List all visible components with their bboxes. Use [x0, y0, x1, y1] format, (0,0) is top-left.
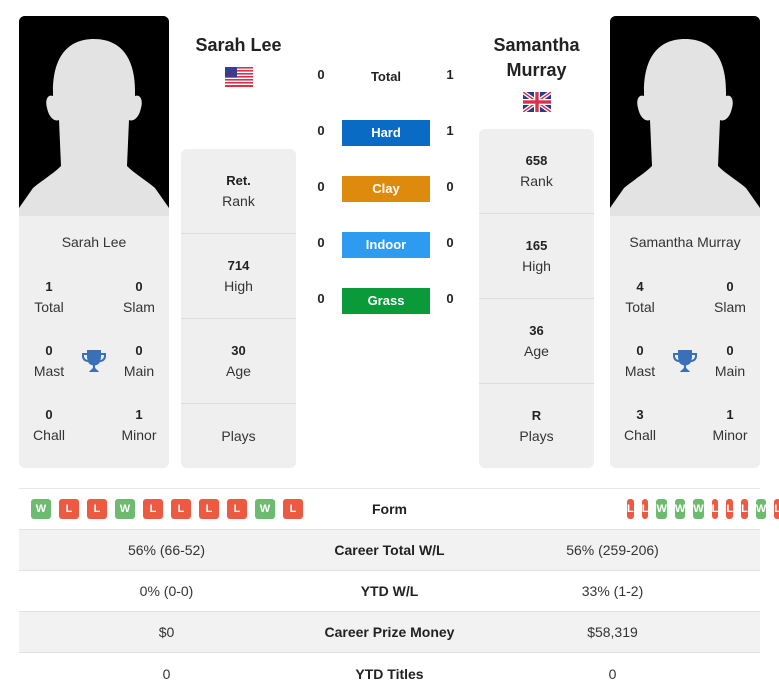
comparison-table: WLLWLLLLWL Form LLWWWLLLWL 56% (66-52) C… [19, 488, 779, 694]
form-win-badge[interactable]: W [755, 499, 767, 519]
player2-prize-money: $58,319 [587, 624, 638, 640]
h2h-indoor-p1: 0 [317, 235, 325, 250]
player2-titles-card: Samantha Murray 4 Total 0 Slam 0 Mast 0 Main… [610, 216, 760, 468]
player1-plays: Plays [221, 428, 256, 444]
surface-hard-button[interactable]: Hard [342, 120, 430, 146]
player2-rank: 658 Rank [479, 129, 594, 214]
form-loss-badge[interactable]: L [227, 499, 247, 519]
player2-titles-main: 0 Main [714, 343, 746, 379]
player1-prize-money: $0 [158, 624, 175, 640]
player2-card-name: Samantha Murray [629, 234, 741, 250]
form-loss-badge[interactable]: L [59, 499, 79, 519]
table-row: $0 Career Prize Money $58,319 [19, 612, 760, 653]
player1-titles-slam: 0 Slam [123, 279, 155, 315]
table-row: 0% (0-0) YTD W/L 33% (1-2) [19, 571, 760, 612]
player1-card-name: Sarah Lee [61, 234, 127, 250]
form-loss-badge[interactable]: L [641, 499, 649, 519]
form-loss-badge[interactable]: L [774, 499, 779, 519]
h2h-total-p2: 1 [446, 67, 454, 82]
player1-age: 30 Age [181, 319, 296, 404]
form-label: Form [372, 501, 407, 517]
h2h-hard-p1: 0 [317, 123, 325, 138]
trophy-icon [673, 350, 697, 372]
h2h-total-p1: 0 [317, 67, 325, 82]
player2-plays: R Plays [519, 408, 554, 444]
h2h-hard-p2: 1 [446, 123, 454, 138]
player2-titles-slam: 0 Slam [714, 279, 746, 315]
form-win-badge[interactable]: W [656, 499, 667, 519]
surface-indoor-button[interactable]: Indoor [342, 232, 430, 258]
row-label: Career Total W/L [334, 542, 445, 558]
h2h-indoor-p2: 0 [446, 235, 454, 250]
player2-ytd-wl: 33% (1-2) [581, 583, 644, 599]
player2-age: 36 Age [479, 299, 594, 384]
form-win-badge[interactable]: W [693, 499, 704, 519]
h2h-clay-p2: 0 [446, 179, 454, 194]
player2-career-wl: 56% (259-206) [566, 542, 659, 558]
player1-name[interactable]: Sarah Lee [180, 33, 297, 58]
form-loss-badge[interactable]: L [283, 499, 303, 519]
form-loss-badge[interactable]: L [143, 499, 163, 519]
player2-stats-panel: 658 Rank 165 High 36 Age R Plays [479, 129, 594, 468]
player1-ytd-wl: 0% (0-0) [139, 583, 194, 599]
form-loss-badge[interactable]: L [199, 499, 219, 519]
form-loss-badge[interactable]: L [711, 499, 719, 519]
player2-photo [610, 16, 760, 216]
player2-titles-total: 4 Total [625, 279, 655, 315]
trophy-icon [82, 350, 106, 372]
silhouette-icon [19, 16, 169, 216]
player2-high: 165 High [479, 214, 594, 299]
row-label: Career Prize Money [324, 624, 455, 640]
player1-rank: Ret. Rank [181, 149, 296, 234]
player1-stats-panel: Ret. Rank 714 High 30 Age Plays [181, 149, 296, 468]
row-label: YTD Titles [355, 665, 424, 682]
h2h-clay-p1: 0 [317, 179, 325, 194]
player1-titles-total: 1 Total [34, 279, 64, 315]
form-loss-badge[interactable]: L [87, 499, 107, 519]
player1-titles-chall: 0 Chall [33, 407, 65, 443]
h2h-total-label: Total [370, 69, 402, 84]
player2-form: LLWWWLLLWL [465, 499, 779, 519]
h2h-grass-p1: 0 [317, 291, 325, 306]
surface-clay-button[interactable]: Clay [342, 176, 430, 202]
form-loss-badge[interactable]: L [171, 499, 191, 519]
uk-flag-icon [523, 92, 551, 112]
h2h-grass-p2: 0 [446, 291, 454, 306]
player1-career-wl: 56% (66-52) [127, 542, 206, 558]
us-flag-icon [225, 67, 253, 87]
silhouette-icon [610, 16, 760, 216]
form-win-badge[interactable]: W [115, 499, 135, 519]
form-loss-badge[interactable]: L [726, 499, 734, 519]
form-win-badge[interactable]: W [255, 499, 275, 519]
player1-titles-card: Sarah Lee 1 Total 0 Slam 0 Mast 0 Main 0 Chal… [19, 216, 169, 468]
player1-high: 714 High [181, 234, 296, 319]
player2-name[interactable]: Samantha Murray [478, 33, 595, 83]
surface-grass-button[interactable]: Grass [342, 288, 430, 314]
form-loss-badge[interactable]: L [741, 499, 748, 519]
table-row: 0 YTD Titles 0 [19, 653, 760, 694]
form-win-badge[interactable]: W [31, 499, 51, 519]
player1-titles-mast: 0 Mast [33, 343, 65, 379]
player2-ytd-titles: 0 [608, 665, 617, 682]
player2-titles-minor: 1 Minor [712, 407, 748, 443]
player2-titles-mast: 0 Mast [624, 343, 656, 379]
table-row: 56% (66-52) Career Total W/L 56% (259-20… [19, 530, 760, 571]
form-win-badge[interactable]: W [674, 499, 686, 519]
player1-form: WLLWLLLLWL [19, 499, 314, 519]
player1-titles-main: 0 Main [123, 343, 155, 379]
form-row: WLLWLLLLWL Form LLWWWLLLWL [19, 489, 779, 530]
player1-ytd-titles: 0 [162, 665, 171, 682]
player1-photo [19, 16, 169, 216]
form-loss-badge[interactable]: L [627, 499, 634, 519]
player2-titles-chall: 3 Chall [624, 407, 656, 443]
row-label: YTD W/L [360, 583, 419, 599]
player1-titles-minor: 1 Minor [121, 407, 157, 443]
